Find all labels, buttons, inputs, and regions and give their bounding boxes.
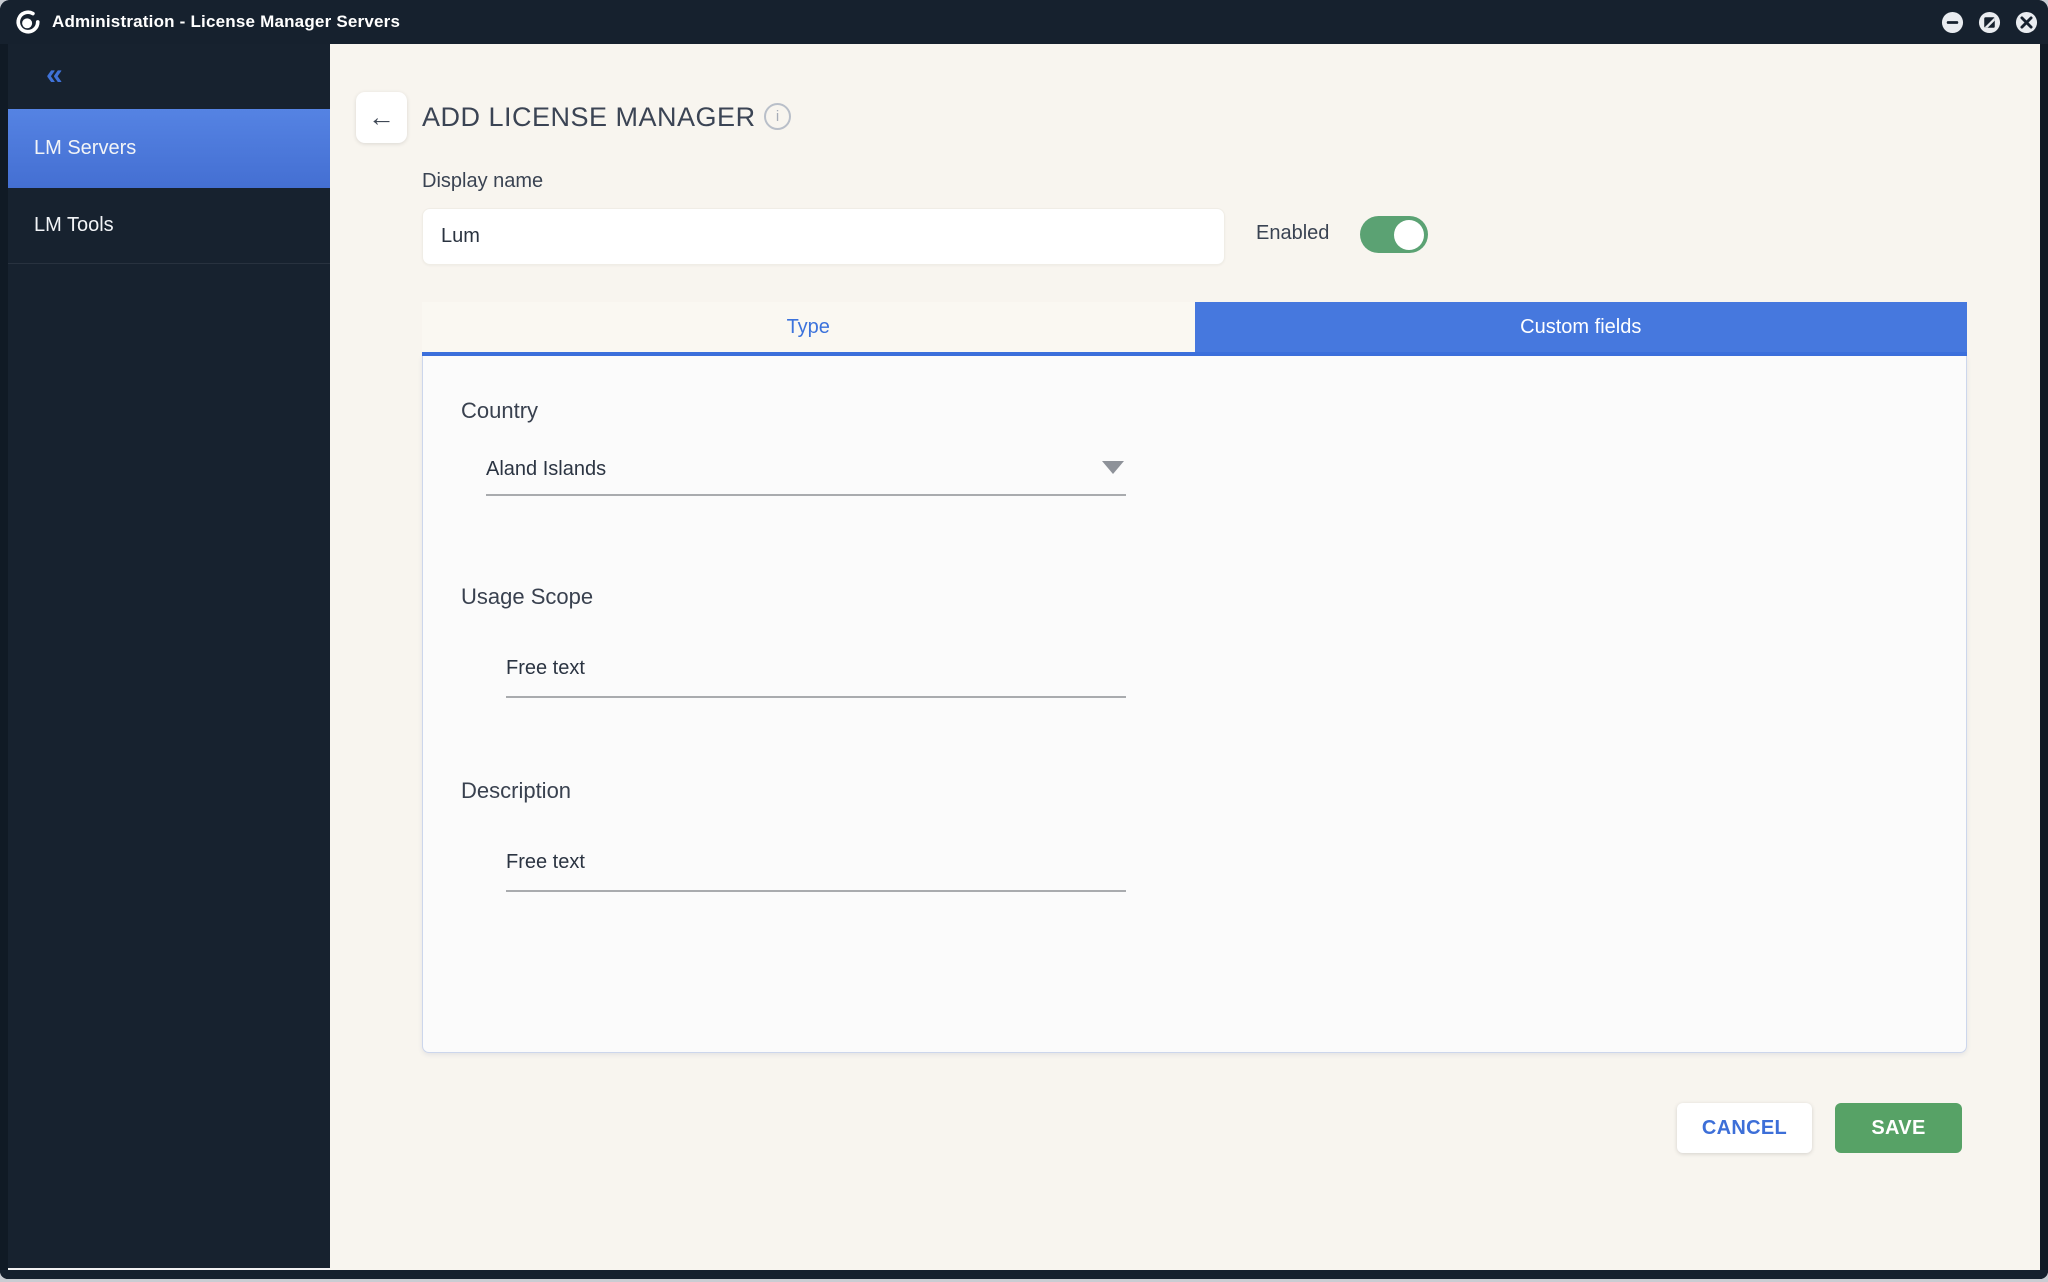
country-value: Aland Islands [486,458,606,481]
page-title: ADD LICENSE MANAGER [422,102,756,133]
tab-label: Custom fields [1520,316,1641,339]
sidebar-item-label: LM Servers [34,137,136,160]
field-underline [486,494,1126,496]
back-button[interactable]: ← [356,92,407,143]
custom-fields-panel: Country Aland Islands Usage Scope Free t… [422,356,1967,1053]
enabled-toggle[interactable] [1360,216,1428,253]
toggle-knob [1394,220,1424,250]
main-content: ← ADD LICENSE MANAGER i Display name Ena… [330,44,2040,1270]
field-underline [506,696,1126,698]
back-arrow-icon: ← [368,104,395,131]
minimize-icon[interactable] [1941,11,1964,34]
sidebar-item-lm-tools[interactable]: LM Tools [8,188,330,264]
description-input[interactable]: Free text [506,851,585,874]
app-window: Administration - License Manager Servers… [0,0,2048,1279]
window-bottom-frame [0,1270,2048,1279]
tab-custom-fields[interactable]: Custom fields [1195,302,1968,352]
save-button[interactable]: SAVE [1835,1103,1962,1153]
cancel-button[interactable]: CANCEL [1677,1103,1812,1153]
description-label: Description [461,778,571,804]
window-controls [1941,0,2038,44]
field-underline [506,890,1126,892]
close-icon[interactable] [2015,11,2038,34]
tab-type[interactable]: Type [422,302,1195,352]
app-logo-swirl-icon [15,9,41,35]
info-icon[interactable]: i [764,103,791,130]
display-name-label: Display name [422,170,543,193]
sidebar-nav: LM Servers LM Tools [8,109,330,264]
display-name-input[interactable] [422,208,1225,265]
usage-scope-input[interactable]: Free text [506,657,585,680]
enabled-label: Enabled [1256,222,1329,245]
country-label: Country [461,398,538,424]
sidebar-collapse-icon[interactable]: « [46,58,86,91]
usage-scope-label: Usage Scope [461,584,593,610]
sidebar-item-label: LM Tools [34,214,114,237]
tab-bar: Type Custom fields [422,302,1967,352]
window-title: Administration - License Manager Servers [52,12,400,32]
sidebar-item-lm-servers[interactable]: LM Servers [8,109,330,188]
titlebar: Administration - License Manager Servers [0,0,2048,44]
tab-label: Type [787,316,830,339]
sidebar: « LM Servers LM Tools [8,44,330,1268]
chevron-down-icon [1102,461,1124,474]
maximize-icon[interactable] [1978,11,2001,34]
